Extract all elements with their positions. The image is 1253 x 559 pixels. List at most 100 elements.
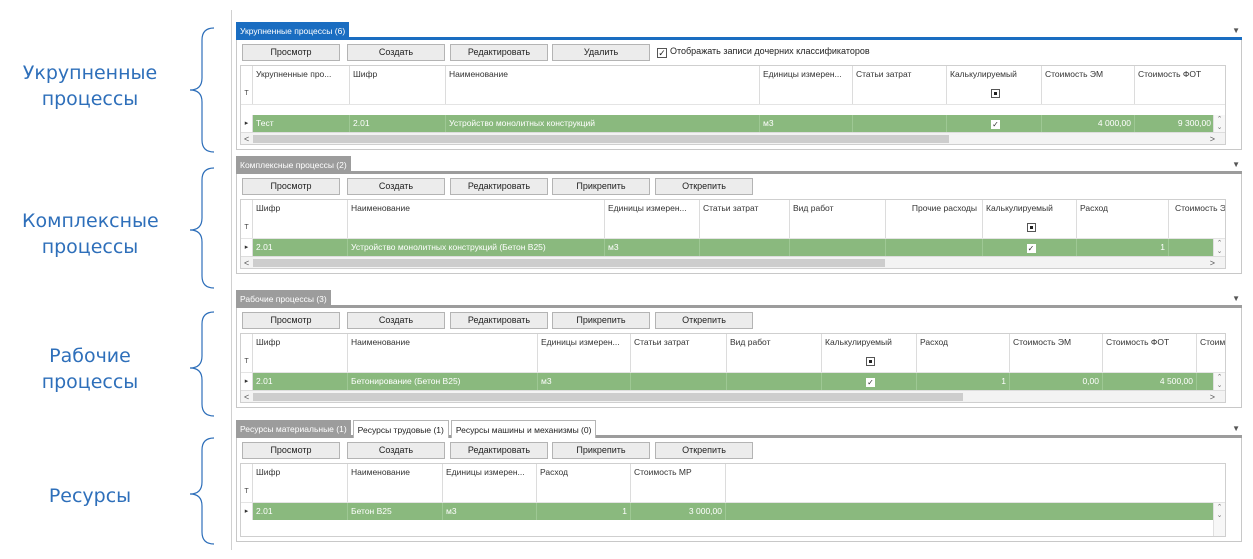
tab-ukrupnennye[interactable]: Укрупненные процессы (6) [236, 22, 350, 40]
col-header[interactable]: Расход [537, 464, 631, 481]
chevron-down-icon[interactable]: ▼ [1232, 294, 1240, 303]
detach-button[interactable]: Открепить [655, 312, 753, 329]
cell [853, 115, 947, 132]
edit-button[interactable]: Редактировать [450, 178, 548, 195]
filter-checkbox[interactable] [991, 89, 1000, 98]
chevron-down-icon[interactable]: ▼ [1232, 424, 1240, 433]
brace-icons [189, 27, 215, 545]
scroll-left-icon[interactable]: < [244, 257, 249, 268]
col-header[interactable]: Стоимость Э [1169, 200, 1225, 217]
filter-icon[interactable]: T [241, 83, 253, 104]
tab-resources-machines[interactable]: Ресурсы машины и механизмы (0) [450, 420, 597, 438]
cell: м3 [760, 115, 853, 132]
detach-button[interactable]: Открепить [655, 442, 753, 459]
filter-icon[interactable]: T [241, 217, 253, 238]
col-header[interactable]: Наименование [348, 334, 538, 351]
scroll-right-icon[interactable]: > [1210, 257, 1215, 268]
col-header[interactable]: Статьи затрат [631, 334, 727, 351]
vertical-scrollbar[interactable]: ⌃ ⌄ [1213, 239, 1225, 256]
col-header[interactable]: Стоимость ФОТ [1135, 66, 1225, 83]
tab-resources-material[interactable]: Ресурсы материальные (1) [236, 420, 351, 438]
child-records-checkbox[interactable]: ✓ Отображать записи дочерних классификато… [657, 45, 870, 58]
checkbox-checked-icon: ✓ [1026, 244, 1036, 253]
view-button[interactable]: Просмотр [242, 442, 340, 459]
delete-button[interactable]: Удалить [552, 44, 650, 61]
col-header[interactable]: Наименование [348, 200, 605, 217]
grid-resursy: Шифр Наименование Единицы измерен... Рас… [240, 463, 1226, 537]
horizontal-scrollbar[interactable]: < > [241, 132, 1225, 144]
edit-button[interactable]: Редактировать [450, 442, 548, 459]
filter-icon[interactable]: T [241, 481, 253, 502]
col-header[interactable]: Укрупненные про... [253, 66, 350, 83]
filter-icon[interactable]: T [241, 351, 253, 372]
col-header[interactable]: Прочие расходы [886, 200, 983, 217]
col-header[interactable]: Шифр [253, 464, 348, 481]
scroll-right-icon[interactable]: > [1210, 133, 1215, 144]
col-header[interactable]: Единицы измерен... [605, 200, 700, 217]
tab-rabochie[interactable]: Рабочие процессы (3) [236, 290, 331, 308]
chevron-down-icon[interactable]: ▼ [1232, 26, 1240, 35]
col-header[interactable]: Шифр [350, 66, 446, 83]
vertical-scrollbar[interactable]: ⌃ ⌄ [1213, 503, 1225, 520]
col-header[interactable]: Стоимость ФОТ [1103, 334, 1197, 351]
cell: 2.01 [253, 503, 348, 520]
view-button[interactable]: Просмотр [242, 312, 340, 329]
attach-button[interactable]: Прикрепить [552, 178, 650, 195]
checkbox-checked-icon[interactable]: ✓ [657, 48, 667, 58]
view-button[interactable]: Просмотр [242, 178, 340, 195]
view-button[interactable]: Просмотр [242, 44, 340, 61]
col-header[interactable]: Расход [1077, 200, 1169, 217]
col-header[interactable]: Вид работ [790, 200, 886, 217]
horizontal-scrollbar[interactable]: < > [241, 256, 1225, 268]
col-header[interactable]: Стоимость ЭМ [1042, 66, 1135, 83]
col-header[interactable]: Стоимость МР [631, 464, 726, 481]
col-header[interactable]: Калькулируемый [983, 200, 1077, 217]
edit-button[interactable]: Редактировать [450, 312, 548, 329]
cell: 1 [917, 373, 1010, 390]
checkbox-checked-icon: ✓ [866, 378, 875, 387]
filter-checkbox[interactable] [1026, 223, 1036, 232]
col-header[interactable]: Статьи затрат [853, 66, 947, 83]
scroll-left-icon[interactable]: < [244, 391, 249, 402]
tab-resources-labor[interactable]: Ресурсы трудовые (1) [352, 420, 449, 438]
cell: 1 [1077, 239, 1169, 256]
col-header[interactable]: Единицы измерен... [760, 66, 853, 83]
vertical-scrollbar[interactable]: ⌃ ⌄ [1213, 373, 1225, 390]
table-row[interactable]: ▸ Тест 2.01 Устройство монолитных констр… [241, 115, 1225, 132]
cell [886, 239, 983, 256]
attach-button[interactable]: Прикрепить [552, 312, 650, 329]
create-button[interactable]: Создать [347, 44, 445, 61]
col-header[interactable]: Шифр [253, 200, 348, 217]
col-header[interactable]: Статьи затрат [700, 200, 790, 217]
col-header[interactable]: Вид работ [727, 334, 822, 351]
brace-icon [189, 437, 215, 545]
detach-button[interactable]: Открепить [655, 178, 753, 195]
col-header[interactable]: Единицы измерен... [538, 334, 631, 351]
chevron-down-icon[interactable]: ▼ [1232, 160, 1240, 169]
col-header[interactable]: Единицы измерен... [443, 464, 537, 481]
cell [790, 239, 886, 256]
col-header[interactable]: Наименование [446, 66, 760, 83]
col-header[interactable]: Шифр [253, 334, 348, 351]
create-button[interactable]: Создать [347, 178, 445, 195]
scroll-left-icon[interactable]: < [244, 133, 249, 144]
vertical-scrollbar[interactable]: ⌃ ⌄ [1213, 115, 1225, 132]
col-header[interactable]: Наименование [348, 464, 443, 481]
scroll-right-icon[interactable]: > [1210, 391, 1215, 402]
create-button[interactable]: Создать [347, 442, 445, 459]
col-header[interactable]: Калькулируемый [947, 66, 1042, 83]
grid-rabochie: Шифр Наименование Единицы измерен... Ста… [240, 333, 1226, 403]
attach-button[interactable]: Прикрепить [552, 442, 650, 459]
table-row[interactable]: ▸ 2.01 Бетон В25 м3 1 3 000,00 ⌃ ⌄ [241, 503, 1225, 520]
table-row[interactable]: ▸ 2.01 Бетонирование (Бетон В25) м3 ✓ 1 … [241, 373, 1225, 390]
create-button[interactable]: Создать [347, 312, 445, 329]
horizontal-scrollbar[interactable]: < > [241, 390, 1225, 402]
filter-checkbox[interactable] [866, 357, 875, 366]
tab-kompleksnye[interactable]: Комплексные процессы (2) [236, 156, 351, 174]
col-header[interactable]: Расход [917, 334, 1010, 351]
table-row[interactable]: ▸ 2.01 Устройство монолитных конструкций… [241, 239, 1225, 256]
col-header[interactable]: Стоимость ЭМ [1010, 334, 1103, 351]
col-header[interactable]: Калькулируемый [822, 334, 917, 351]
col-header[interactable]: Стоим [1197, 334, 1225, 351]
edit-button[interactable]: Редактировать [450, 44, 548, 61]
